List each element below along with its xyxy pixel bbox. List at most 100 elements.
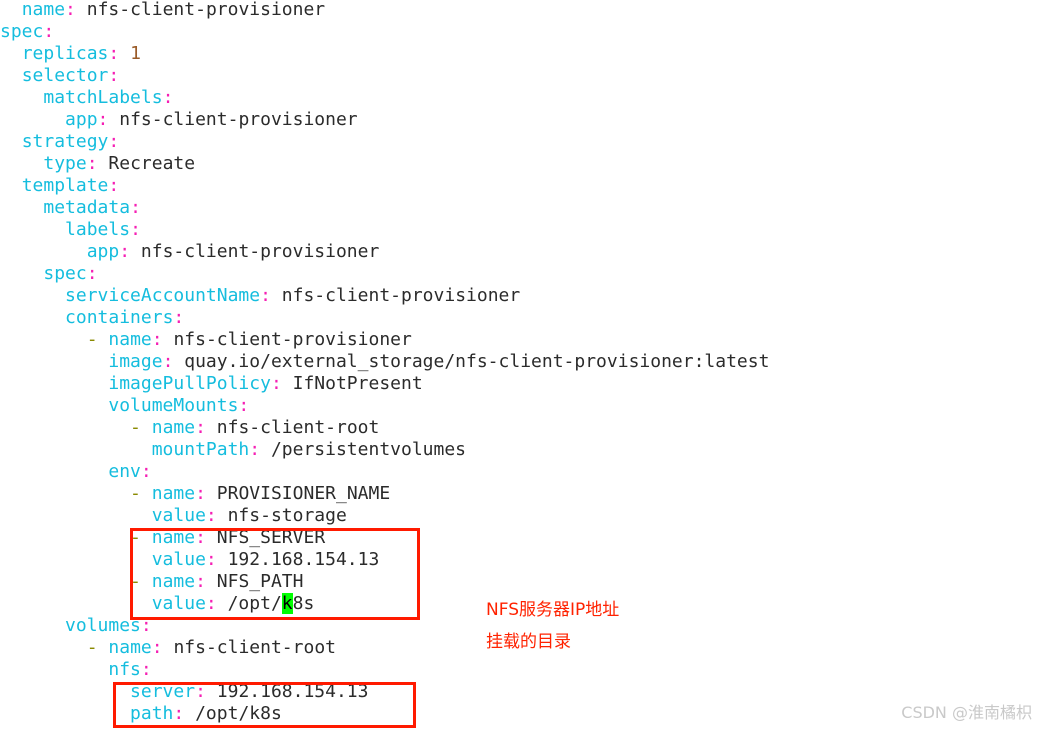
code-line[interactable]: value: 192.168.154.13 <box>0 549 380 571</box>
yaml-value[interactable]: nfs-client-provisioner <box>141 241 379 262</box>
yaml-key[interactable]: strategy <box>22 131 109 152</box>
code-line[interactable]: app: nfs-client-provisioner <box>0 241 380 263</box>
text-cursor[interactable]: k <box>281 593 293 614</box>
yaml-key[interactable]: metadata <box>43 197 130 218</box>
yaml-key[interactable]: name <box>152 483 195 504</box>
yaml-key[interactable]: app <box>65 109 98 130</box>
code-line[interactable]: metadata: <box>0 197 141 219</box>
yaml-key[interactable]: spec <box>0 21 43 42</box>
yaml-key[interactable]: template <box>22 175 109 196</box>
code-line[interactable]: - name: nfs-client-root <box>0 637 336 659</box>
yaml-key[interactable]: name <box>108 637 151 658</box>
yaml-key[interactable]: mountPath <box>152 439 250 460</box>
value-gap <box>282 373 293 394</box>
code-line[interactable]: nfs: <box>0 659 151 681</box>
yaml-value[interactable]: NFS_PATH <box>217 571 304 592</box>
yaml-key[interactable]: value <box>152 505 206 526</box>
code-line[interactable]: mountPath: /persistentvolumes <box>0 439 466 461</box>
yaml-value[interactable]: PROVISIONER_NAME <box>217 483 390 504</box>
code-line[interactable]: path: /opt/k8s <box>0 703 282 725</box>
yaml-value[interactable]: 1 <box>130 43 141 64</box>
yaml-value[interactable]: /opt/k8s <box>195 703 282 724</box>
yaml-key[interactable]: imagePullPolicy <box>108 373 271 394</box>
yaml-colon: : <box>205 549 217 570</box>
yaml-key[interactable]: name <box>152 417 195 438</box>
yaml-key[interactable]: value <box>152 593 206 614</box>
yaml-key[interactable]: selector <box>22 65 109 86</box>
code-line[interactable]: volumeMounts: <box>0 395 249 417</box>
yaml-key[interactable]: path <box>130 703 173 724</box>
code-line[interactable]: containers: <box>0 307 184 329</box>
code-line[interactable]: - name: NFS_SERVER <box>0 527 325 549</box>
value-gap <box>206 527 217 548</box>
code-line[interactable]: value: /opt/k8s <box>0 593 314 615</box>
code-line[interactable]: labels: <box>0 219 141 241</box>
yaml-key[interactable]: server <box>130 681 195 702</box>
yaml-key[interactable]: name <box>152 571 195 592</box>
code-line[interactable]: spec: <box>0 21 54 43</box>
code-line[interactable]: selector: <box>0 65 120 87</box>
code-line[interactable]: template: <box>0 175 120 197</box>
yaml-value[interactable]: quay.io/external_storage/nfs-client-prov… <box>184 351 769 372</box>
yaml-value[interactable]: nfs-client-root <box>173 637 336 658</box>
yaml-key[interactable]: value <box>152 549 206 570</box>
code-line[interactable]: replicas: 1 <box>0 43 141 65</box>
code-line[interactable]: serviceAccountName: nfs-client-provision… <box>0 285 520 307</box>
yaml-key[interactable]: name <box>108 329 151 350</box>
yaml-key[interactable]: labels <box>65 219 130 240</box>
yaml-key[interactable]: serviceAccountName <box>65 285 260 306</box>
yaml-value[interactable]: NFS_SERVER <box>217 527 325 548</box>
yaml-key[interactable]: replicas <box>22 43 109 64</box>
yaml-value[interactable]: nfs-client-provisioner <box>119 109 357 130</box>
yaml-value[interactable]: nfs-client-root <box>217 417 380 438</box>
code-line[interactable]: - name: PROVISIONER_NAME <box>0 483 390 505</box>
yaml-key[interactable]: matchLabels <box>43 87 162 108</box>
yaml-value[interactable]: /opt/ <box>228 593 282 614</box>
yaml-key[interactable]: name <box>152 527 195 548</box>
yaml-colon: : <box>140 615 152 636</box>
code-line[interactable]: - name: NFS_PATH <box>0 571 303 593</box>
yaml-value[interactable]: nfs-storage <box>228 505 347 526</box>
code-line[interactable]: value: nfs-storage <box>0 505 347 527</box>
code-line[interactable]: spec: <box>0 263 97 285</box>
code-line[interactable]: image: quay.io/external_storage/nfs-clie… <box>0 351 769 373</box>
yaml-key[interactable]: image <box>108 351 162 372</box>
yaml-key[interactable]: type <box>43 153 86 174</box>
value-gap <box>206 417 217 438</box>
code-line[interactable]: name: nfs-client-provisioner <box>0 0 325 21</box>
yaml-value[interactable]: Recreate <box>108 153 195 174</box>
code-line[interactable]: matchLabels: <box>0 87 173 109</box>
yaml-list-dash: - <box>130 483 152 504</box>
code-line[interactable]: - name: nfs-client-provisioner <box>0 329 412 351</box>
code-line[interactable]: server: 192.168.154.13 <box>0 681 368 703</box>
yaml-colon: : <box>195 527 206 548</box>
code-line[interactable]: imagePullPolicy: IfNotPresent <box>0 373 423 395</box>
yaml-key[interactable]: name <box>22 0 65 20</box>
code-line[interactable]: - name: nfs-client-root <box>0 417 379 439</box>
yaml-value[interactable]: nfs-client-provisioner <box>87 0 325 20</box>
yaml-value[interactable]: nfs-client-provisioner <box>173 329 411 350</box>
yaml-key[interactable]: nfs <box>108 659 141 680</box>
yaml-colon: : <box>249 439 261 460</box>
yaml-value[interactable]: 192.168.154.13 <box>217 681 369 702</box>
code-line[interactable]: strategy: <box>0 131 120 153</box>
code-line[interactable]: app: nfs-client-provisioner <box>0 109 358 131</box>
code-line[interactable]: volumes: <box>0 615 152 637</box>
yaml-key[interactable]: app <box>87 241 120 262</box>
yaml-value[interactable]: 8s <box>293 593 315 614</box>
yaml-key[interactable]: spec <box>43 263 86 284</box>
yaml-key[interactable]: containers <box>65 307 173 328</box>
yaml-value[interactable]: nfs-client-provisioner <box>282 285 520 306</box>
value-gap <box>119 43 130 64</box>
yaml-value[interactable]: 192.168.154.13 <box>228 549 380 570</box>
yaml-value[interactable]: /persistentvolumes <box>271 439 466 460</box>
yaml-key[interactable]: volumeMounts <box>108 395 238 416</box>
code-line[interactable]: env: <box>0 461 151 483</box>
yaml-key[interactable]: env <box>108 461 141 482</box>
yaml-value[interactable]: IfNotPresent <box>293 373 423 394</box>
code-line[interactable]: type: Recreate <box>0 153 195 175</box>
yaml-key[interactable]: volumes <box>65 615 141 636</box>
